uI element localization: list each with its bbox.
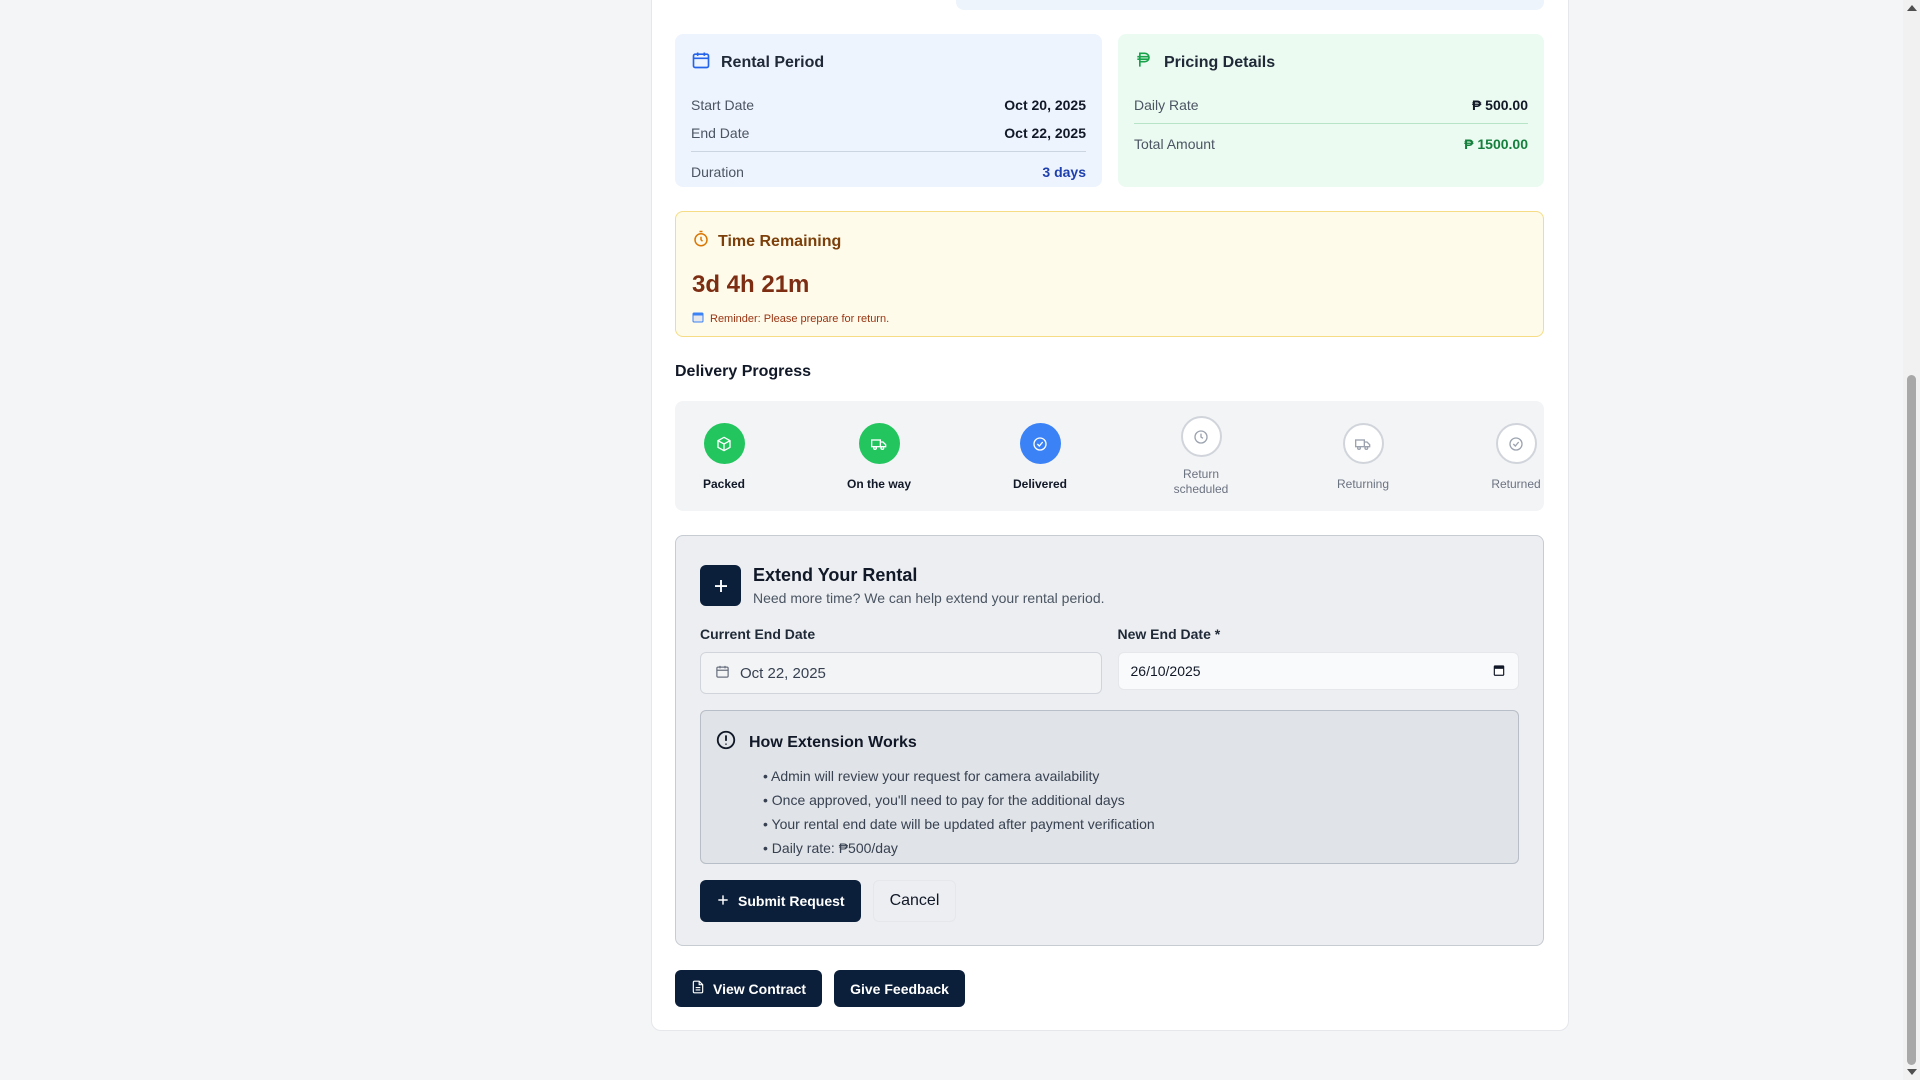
check-circle-icon [1495,423,1537,464]
extend-subtitle: Need more time? We can help extend your … [753,590,1105,606]
pricing-details-card: Pricing Details Daily Rate ₱ 500.00 Tota… [1118,34,1544,187]
reminder-text: Reminder: Please prepare for return. [710,312,890,325]
time-remaining-value: 3d 4h 21m [692,271,810,298]
new-end-date-value: 26/10/2025 [1130,663,1201,679]
daily-rate-label: Daily Rate [1134,97,1199,113]
plus-icon [700,565,741,606]
new-end-date-field: New End Date * 26/10/2025 [1117,626,1519,694]
new-end-date-input[interactable]: 26/10/2025 [1117,652,1519,690]
daily-rate-row: Daily Rate ₱ 500.00 [1134,91,1528,119]
time-remaining-title: Time Remaining [718,232,842,250]
top-panel-edge [956,0,1544,10]
step-returned: Returned [1461,423,1571,492]
extend-rental-panel: Extend Your Rental Need more time? We ca… [675,535,1544,946]
page-scrollbar[interactable] [1903,0,1920,1080]
truck-icon [1342,423,1384,464]
rental-period-title: Rental Period [721,53,825,71]
current-end-date-display: Oct 22, 2025 [700,652,1102,694]
total-amount-value: ₱ 1500.00 [1464,136,1528,152]
step-label: Packed [702,477,746,491]
pricing-title: Pricing Details [1164,53,1276,71]
extend-title: Extend Your Rental [753,565,918,585]
step-returning: Returning [1308,423,1418,492]
step-return-scheduled: Return scheduled [1146,416,1256,497]
how-item: • Admin will review your request for cam… [763,768,1100,784]
duration-label: Duration [691,164,744,180]
peso-icon [1134,50,1154,75]
view-contract-button[interactable]: View Contract [675,970,823,1007]
calendar-icon [715,664,730,683]
end-date-value: Oct 22, 2025 [1004,125,1086,141]
rental-period-card: Rental Period Start Date Oct 20, 2025 En… [675,34,1102,187]
document-icon [691,980,705,997]
step-on-the-way: On the way [824,423,934,492]
scroll-up-arrow-icon[interactable] [1907,5,1917,11]
step-label: On the way [846,477,911,491]
view-contract-label: View Contract [713,980,807,997]
time-remaining-card: Time Remaining 3d 4h 21m Reminder: Pleas… [675,211,1544,337]
duration-value: 3 days [1042,164,1086,180]
step-label: Return scheduled [1173,467,1229,496]
how-extension-works-box: How Extension Works • Admin will review … [700,710,1519,864]
timer-icon [692,230,710,253]
cancel-label: Cancel [889,892,940,909]
delivery-progress-title: Delivery Progress [675,363,812,380]
scrollbar-thumb[interactable] [1907,375,1916,1065]
start-date-value: Oct 20, 2025 [1004,97,1086,113]
calendar-emoji-icon [692,311,704,326]
new-end-date-label: New End Date * [1117,626,1221,642]
total-amount-label: Total Amount [1134,136,1215,152]
how-list: • Admin will review your request for cam… [763,764,1504,860]
delivery-progress-tracker: Packed On the way Delivered Return sched… [675,401,1544,511]
truck-icon [858,423,900,464]
current-end-date-label: Current End Date [700,626,816,642]
scroll-down-arrow-icon[interactable] [1907,1069,1917,1075]
give-feedback-label: Give Feedback [850,980,949,997]
clock-icon [1180,416,1222,457]
step-delivered: Delivered [985,423,1095,492]
step-packed: Packed [669,423,779,492]
duration-row: Duration 3 days [691,158,1086,186]
how-item: • Your rental end date will be updated a… [763,816,1155,832]
end-date-row: End Date Oct 22, 2025 [691,119,1086,147]
check-circle-icon [1019,423,1061,464]
submit-request-button[interactable]: Submit Request [700,880,861,922]
step-label: Returning [1336,477,1390,491]
current-end-date-value: Oct 22, 2025 [740,664,826,682]
total-amount-row: Total Amount ₱ 1500.00 [1134,130,1528,158]
start-date-label: Start Date [691,97,755,113]
how-item: • Once approved, you'll need to pay for … [763,792,1125,808]
current-end-date-field: Current End Date Oct 22, 2025 [700,626,1102,694]
step-label: Returned [1491,477,1541,491]
package-icon [703,423,745,464]
daily-rate-value: ₱ 500.00 [1471,97,1528,113]
plus-icon [716,893,730,910]
submit-request-label: Submit Request [738,893,845,909]
start-date-row: Start Date Oct 20, 2025 [691,91,1086,119]
end-date-label: End Date [691,125,750,141]
give-feedback-button[interactable]: Give Feedback [834,970,965,1007]
step-label: Delivered [1012,477,1068,491]
calendar-picker-icon[interactable] [1492,663,1506,680]
how-title: How Extension Works [749,733,917,751]
divider [1134,123,1528,124]
divider [691,151,1086,152]
info-icon [715,729,737,756]
how-item: • Daily rate: ₱500/day [763,840,898,856]
cancel-button[interactable]: Cancel [872,880,957,922]
calendar-icon [691,50,711,75]
